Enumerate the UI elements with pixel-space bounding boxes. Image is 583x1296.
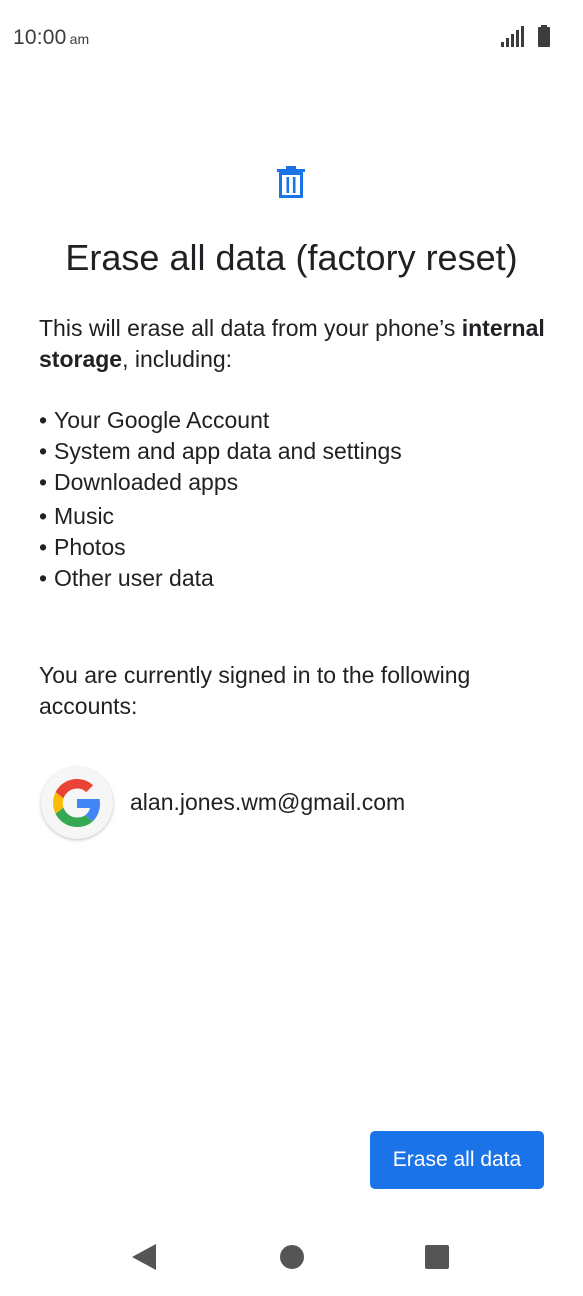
status-time: 10:00 am bbox=[13, 26, 89, 50]
recents-icon[interactable] bbox=[425, 1245, 449, 1269]
home-icon[interactable] bbox=[280, 1245, 304, 1269]
clock-ampm: am bbox=[69, 31, 90, 47]
accounts-label: You are currently signed in to the follo… bbox=[39, 662, 471, 719]
intro-text-start: This will erase all data from your phone… bbox=[39, 315, 462, 341]
back-icon[interactable] bbox=[132, 1244, 156, 1270]
status-bar: 10:00 am bbox=[0, 0, 583, 78]
intro-text-end: , including: bbox=[122, 346, 233, 372]
google-g-icon bbox=[53, 779, 100, 827]
list-item: System and app data and settings bbox=[39, 436, 402, 467]
erase-items-list: Your Google Account System and app data … bbox=[39, 405, 402, 594]
intro-text: This will erase all data from your phone… bbox=[39, 313, 559, 375]
list-item: Other user data bbox=[39, 563, 402, 594]
clock-time: 10:00 bbox=[13, 26, 67, 49]
list-item: Your Google Account bbox=[39, 405, 402, 436]
signal-icon bbox=[501, 26, 524, 47]
list-item: Photos bbox=[39, 532, 402, 563]
erase-all-data-button[interactable]: Erase all data bbox=[370, 1131, 544, 1189]
list-item: Downloaded apps bbox=[39, 467, 402, 498]
battery-icon bbox=[538, 25, 550, 47]
page-title: Erase all data (factory reset) bbox=[65, 237, 518, 278]
list-item: Music bbox=[39, 501, 402, 532]
account-row: alan.jones.wm@gmail.com bbox=[41, 767, 541, 841]
account-email: alan.jones.wm@gmail.com bbox=[130, 789, 406, 815]
navigation-bar bbox=[0, 1216, 583, 1296]
account-avatar bbox=[41, 767, 113, 839]
trash-icon bbox=[277, 166, 305, 198]
